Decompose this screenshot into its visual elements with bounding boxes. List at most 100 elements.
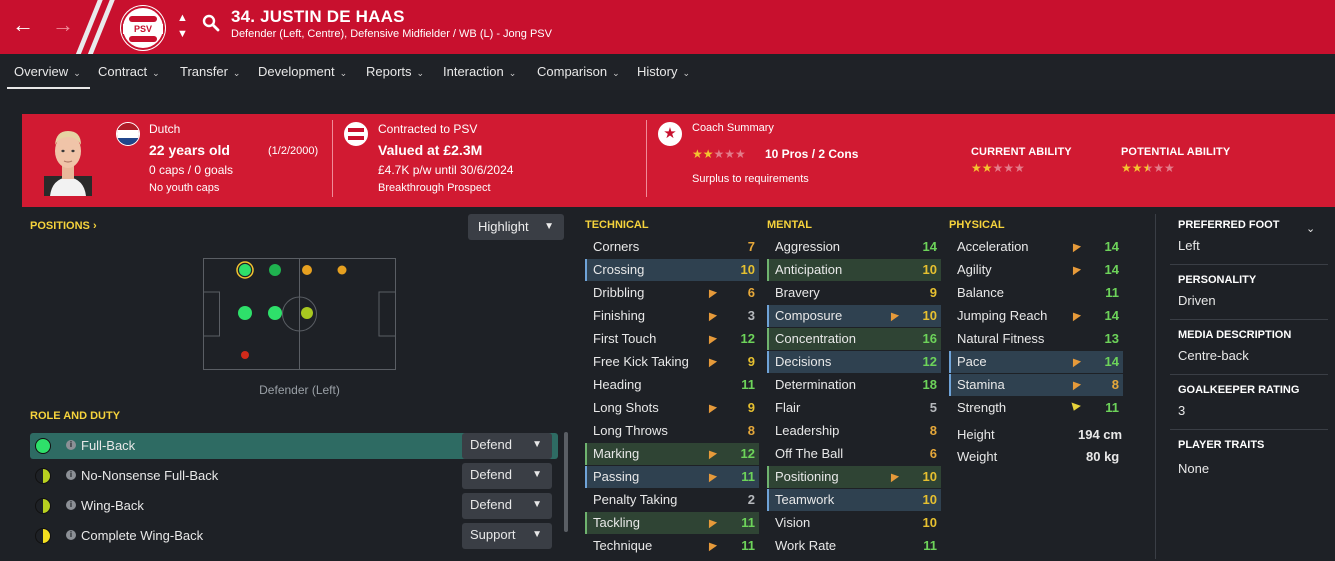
attribute-row-corners[interactable]: Corners 7: [585, 236, 759, 258]
role-name: No-Nonsense Full-Back: [81, 468, 219, 483]
weight-label: Weight: [957, 449, 998, 464]
attribute-name: Strength: [957, 400, 1007, 415]
attribute-name: Decisions: [775, 354, 832, 369]
chevron-up-icon[interactable]: ▲: [177, 10, 188, 26]
attribute-row-long-throws[interactable]: Long Throws 8: [585, 420, 759, 442]
duty-dropdown[interactable]: Defend ▼: [462, 433, 552, 459]
roles-scrollbar[interactable]: [564, 432, 568, 532]
attribute-value: 8: [747, 423, 755, 438]
club-badge[interactable]: PSV: [121, 6, 165, 50]
position-marker[interactable]: [239, 264, 251, 276]
position-marker[interactable]: [269, 264, 281, 276]
attribute-row-finishing[interactable]: Finishing 3: [585, 305, 759, 327]
tab-contract[interactable]: Contract ⌄: [98, 64, 160, 79]
attribute-row-tackling[interactable]: Tackling 11: [585, 512, 759, 534]
attribute-row-dribbling[interactable]: Dribbling 6: [585, 282, 759, 304]
divider: [1170, 429, 1328, 430]
attribute-row-teamwork[interactable]: Teamwork 10: [767, 489, 941, 511]
player-header-bar: ← → PSV ▲ ▼ 34. JUSTIN DE HAAS Defender (…: [0, 0, 1335, 54]
role-row-full-back[interactable]: i Full-Back Defend ▼: [30, 433, 558, 459]
attribute-row-acceleration[interactable]: Acceleration 14: [949, 236, 1123, 258]
tab-comparison[interactable]: Comparison ⌄: [537, 64, 620, 79]
chevron-down-icon: ▼: [532, 439, 542, 450]
attribute-row-jumping-reach[interactable]: Jumping Reach 14: [949, 305, 1123, 327]
attribute-row-decisions[interactable]: Decisions 12: [767, 351, 941, 373]
role-row-wing-back[interactable]: i Wing-Back Defend ▼: [30, 493, 558, 519]
positions-title-text: POSITIONS: [30, 220, 90, 232]
player-avatar[interactable]: [44, 121, 92, 196]
attribute-row-leadership[interactable]: Leadership 8: [767, 420, 941, 442]
position-marker[interactable]: [337, 265, 347, 275]
attribute-row-strength[interactable]: Strength 11: [949, 397, 1123, 419]
attribute-row-natural-fitness[interactable]: Natural Fitness 13: [949, 328, 1123, 350]
attribute-row-free-kick-taking[interactable]: Free Kick Taking 9: [585, 351, 759, 373]
position-marker[interactable]: [301, 307, 313, 319]
coach-note: Surplus to requirements: [692, 173, 809, 185]
tab-label: Reports: [366, 64, 412, 79]
player-switcher[interactable]: ▲ ▼: [177, 10, 188, 42]
netherlands-flag-icon: [116, 122, 140, 146]
duty-dropdown[interactable]: Support ▼: [462, 523, 552, 549]
attribute-row-marking[interactable]: Marking 12: [585, 443, 759, 465]
attribute-row-balance[interactable]: Balance 11: [949, 282, 1123, 304]
duty-dropdown[interactable]: Defend ▼: [462, 463, 552, 489]
duty-dropdown[interactable]: Defend ▼: [462, 493, 552, 519]
role-name: Full-Back: [81, 438, 136, 453]
positions-title[interactable]: POSITIONS ›: [30, 220, 97, 232]
highlight-dropdown[interactable]: Highlight ▼: [468, 214, 564, 240]
back-arrow-icon[interactable]: ←: [12, 12, 34, 38]
attribute-row-aggression[interactable]: Aggression 14: [767, 236, 941, 258]
attribute-row-determination[interactable]: Determination 18: [767, 374, 941, 396]
tab-history[interactable]: History ⌄: [637, 64, 690, 79]
attribute-row-penalty-taking[interactable]: Penalty Taking 2: [585, 489, 759, 511]
attribute-row-pace[interactable]: Pace 14: [949, 351, 1123, 373]
trend-arrow-icon: [1068, 240, 1082, 253]
attribute-row-bravery[interactable]: Bravery 9: [767, 282, 941, 304]
attribute-row-flair[interactable]: Flair 5: [767, 397, 941, 419]
tab-development[interactable]: Development ⌄: [258, 64, 347, 79]
attribute-value: 11: [741, 469, 755, 484]
trend-arrow-icon: [704, 309, 718, 322]
info-icon[interactable]: i: [66, 530, 76, 540]
tab-overview[interactable]: Overview ⌄: [14, 64, 81, 79]
attribute-row-composure[interactable]: Composure 10: [767, 305, 941, 327]
attribute-row-concentration[interactable]: Concentration 16: [767, 328, 941, 350]
attribute-row-crossing[interactable]: Crossing 10: [585, 259, 759, 281]
attribute-row-off-the-ball[interactable]: Off The Ball 6: [767, 443, 941, 465]
position-marker[interactable]: [302, 265, 312, 275]
age: 22 years old: [149, 142, 230, 158]
chevron-down-icon[interactable]: ⌄: [1306, 222, 1315, 235]
position-marker[interactable]: [238, 306, 252, 320]
attribute-value: 12: [922, 354, 937, 369]
role-row-no-nonsense-full-back[interactable]: i No-Nonsense Full-Back Defend ▼: [30, 463, 558, 489]
attribute-row-work-rate[interactable]: Work Rate 11: [767, 535, 941, 557]
tab-label: Comparison: [537, 64, 608, 79]
pros-cons[interactable]: 10 Pros / 2 Cons: [765, 147, 858, 161]
attribute-row-positioning[interactable]: Positioning 10: [767, 466, 941, 488]
attribute-row-anticipation[interactable]: Anticipation 10: [767, 259, 941, 281]
position-marker[interactable]: [268, 306, 282, 320]
role-row-complete-wing-back[interactable]: i Complete Wing-Back Support ▼: [30, 523, 558, 549]
youth-caps: No youth caps: [149, 182, 220, 194]
attribute-row-heading[interactable]: Heading 11: [585, 374, 759, 396]
info-icon[interactable]: i: [66, 470, 76, 480]
profile-tabs: Overview ⌄ Contract ⌄ Transfer ⌄ Developmen…: [0, 54, 1335, 90]
height-value: 194 cm: [1078, 427, 1123, 442]
search-icon[interactable]: [202, 14, 220, 32]
attribute-row-passing[interactable]: Passing 11: [585, 466, 759, 488]
chevron-down-icon[interactable]: ▼: [177, 26, 188, 42]
tab-transfer[interactable]: Transfer ⌄: [180, 64, 240, 79]
attribute-row-technique[interactable]: Technique 11: [585, 535, 759, 557]
tab-interaction[interactable]: Interaction ⌄: [443, 64, 516, 79]
forward-arrow-icon[interactable]: →: [52, 12, 74, 38]
position-marker[interactable]: [241, 351, 249, 359]
info-icon[interactable]: i: [66, 500, 76, 510]
attribute-row-long-shots[interactable]: Long Shots 9: [585, 397, 759, 419]
attribute-row-vision[interactable]: Vision 10: [767, 512, 941, 534]
info-icon[interactable]: i: [66, 440, 76, 450]
technical-title: TECHNICAL: [585, 219, 649, 231]
attribute-row-agility[interactable]: Agility 14: [949, 259, 1123, 281]
tab-reports[interactable]: Reports ⌄: [366, 64, 424, 79]
attribute-row-stamina[interactable]: Stamina 8: [949, 374, 1123, 396]
attribute-row-first-touch[interactable]: First Touch 12: [585, 328, 759, 350]
